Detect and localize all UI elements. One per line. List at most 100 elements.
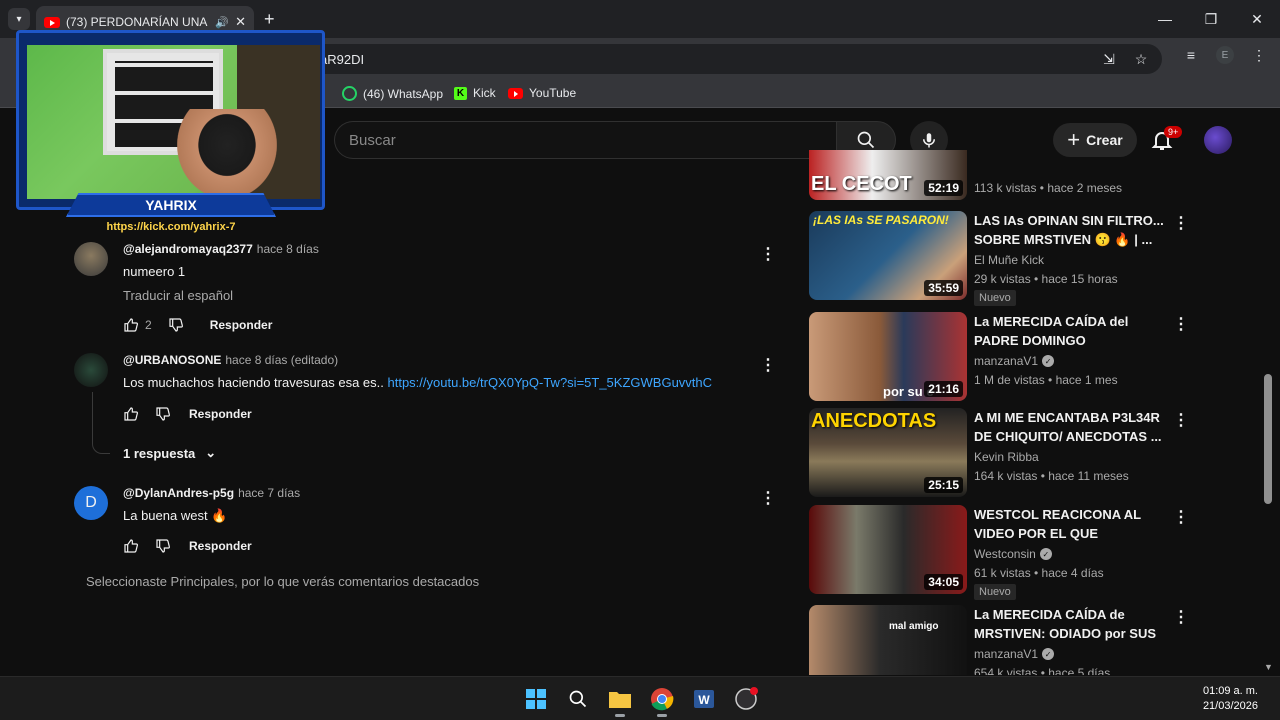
bookmark-kick[interactable]: K Kick bbox=[454, 86, 496, 100]
video-thumbnail[interactable]: por su e 21:16 bbox=[809, 312, 967, 401]
related-video[interactable]: EL CECOT 52:19 113 k vistas • hace 2 mes… bbox=[809, 150, 1189, 200]
comment-menu-icon[interactable]: ⋮ bbox=[760, 244, 776, 264]
word-icon: W bbox=[694, 690, 714, 708]
taskbar-search-button[interactable] bbox=[562, 683, 594, 715]
browser-menu-icon[interactable]: ⋮ bbox=[1250, 46, 1268, 64]
folder-icon bbox=[609, 692, 631, 708]
commenter-avatar[interactable]: D bbox=[74, 486, 108, 520]
video-meta: 29 k vistas • hace 15 horas bbox=[974, 272, 1118, 286]
channel-name[interactable]: El Muñe Kick bbox=[974, 253, 1164, 267]
video-thumbnail[interactable]: ¡LAS IAs SE PASARON! 35:59 bbox=[809, 211, 967, 300]
url-text: aR92DI bbox=[320, 51, 365, 67]
video-duration: 35:59 bbox=[924, 280, 963, 296]
speaker-icon[interactable]: 🔊 bbox=[215, 16, 229, 29]
page-scrollbar[interactable] bbox=[1262, 166, 1274, 672]
video-thumbnail[interactable]: 34:05 bbox=[809, 505, 967, 594]
video-menu-icon[interactable]: ⋮ bbox=[1173, 410, 1189, 430]
tab-search-button[interactable]: ▾ bbox=[8, 8, 30, 30]
video-thumbnail[interactable]: EL CECOT 52:19 bbox=[809, 150, 967, 200]
comment-author[interactable]: @alejandromayaq2377 bbox=[123, 242, 253, 256]
video-meta: 654 k vistas • hace 5 días bbox=[974, 666, 1111, 675]
streamer bbox=[177, 109, 277, 199]
bookmark-star-icon[interactable]: ☆ bbox=[1132, 50, 1150, 68]
related-video[interactable]: 34:05 WESTCOL REACICONA AL VIDEO POR EL … bbox=[809, 505, 1189, 600]
scrollbar-thumb[interactable] bbox=[1264, 374, 1272, 504]
video-menu-icon[interactable]: ⋮ bbox=[1173, 213, 1189, 233]
install-app-icon[interactable]: ⇲ bbox=[1100, 50, 1118, 68]
channel-name[interactable]: manzanaV1 ✓ bbox=[974, 647, 1164, 661]
file-explorer-button[interactable] bbox=[604, 683, 636, 717]
dislike-button[interactable] bbox=[155, 406, 171, 422]
comment-time[interactable]: hace 8 días bbox=[257, 242, 319, 256]
tab-title: (73) PERDONARÍAN UNA IN bbox=[66, 15, 210, 29]
video-menu-icon[interactable]: ⋮ bbox=[1173, 507, 1189, 527]
system-clock[interactable]: 01:09 a. m. 21/03/2026 bbox=[1203, 684, 1258, 714]
related-video[interactable]: ¡LAS IAs SE PASARON! 35:59 LAS IAs OPINA… bbox=[809, 211, 1189, 306]
channel-name[interactable]: Kevin Ribba bbox=[974, 450, 1164, 464]
like-button[interactable] bbox=[123, 406, 139, 422]
reply-button[interactable]: Responder bbox=[210, 318, 273, 332]
related-video[interactable]: por su e 21:16 La MERECIDA CAÍDA del PAD… bbox=[809, 312, 1189, 404]
comment-time[interactable]: hace 8 días (editado) bbox=[225, 353, 338, 367]
commenter-avatar[interactable] bbox=[74, 353, 108, 387]
whatsapp-icon bbox=[342, 86, 357, 101]
search-box[interactable] bbox=[334, 121, 836, 159]
chrome-button[interactable] bbox=[646, 683, 678, 717]
bookmark-whatsapp[interactable]: (46) WhatsApp bbox=[342, 86, 443, 101]
video-title[interactable]: A MI ME ENCANTABA P3L34R DE CHIQUITO/ AN… bbox=[974, 408, 1164, 446]
account-avatar[interactable] bbox=[1204, 126, 1232, 154]
video-title[interactable]: La MERECIDA CAÍDA de MRSTIVEN: ODIADO po… bbox=[974, 605, 1164, 643]
comment-menu-icon[interactable]: ⋮ bbox=[760, 488, 776, 508]
video-title[interactable]: LAS IAs OPINAN SIN FILTRO... SOBRE MRSTI… bbox=[974, 211, 1164, 249]
video-menu-icon[interactable]: ⋮ bbox=[1173, 314, 1189, 334]
bookmark-youtube[interactable]: YouTube bbox=[508, 86, 576, 100]
video-title[interactable]: WESTCOL REACICONA AL VIDEO POR EL QUE FU… bbox=[974, 505, 1164, 543]
minimize-button[interactable]: — bbox=[1142, 0, 1188, 38]
search-icon bbox=[569, 690, 587, 708]
new-tab-button[interactable]: + bbox=[264, 9, 275, 30]
obs-button[interactable] bbox=[730, 683, 762, 715]
comment-link[interactable]: https://youtu.be/trQX0YpQ-Tw?si=5T_5KZGW… bbox=[388, 375, 713, 390]
view-replies-button[interactable]: 1 respuesta ⌄ bbox=[123, 445, 216, 461]
video-title[interactable]: La MERECIDA CAÍDA del PADRE DOMINGO bbox=[974, 312, 1164, 350]
video-menu-icon[interactable]: ⋮ bbox=[1173, 607, 1189, 627]
like-button[interactable] bbox=[123, 317, 139, 333]
search-input[interactable] bbox=[349, 131, 836, 149]
start-button[interactable] bbox=[520, 683, 552, 715]
video-thumbnail[interactable]: ANECDOTAS 25:15 bbox=[809, 408, 967, 497]
translate-link[interactable]: Traducir al español bbox=[123, 288, 743, 303]
comment-author[interactable]: @DylanAndres-p5g bbox=[123, 486, 234, 500]
webcam-overlay: YAHRIX https://kick.com/yahrix-7 bbox=[16, 30, 325, 242]
address-bar[interactable]: aR92DI ⇲ ☆ bbox=[300, 44, 1162, 74]
comment-author[interactable]: @URBANOSONE bbox=[123, 353, 221, 367]
video-thumbnail[interactable]: mal amigo bbox=[809, 605, 967, 675]
windows-logo-icon bbox=[526, 689, 546, 709]
dislike-button[interactable] bbox=[168, 317, 184, 333]
scroll-down-arrow-icon[interactable]: ▼ bbox=[1264, 662, 1273, 672]
clock-time: 01:09 a. m. bbox=[1202, 685, 1258, 697]
close-tab-icon[interactable]: ✕ bbox=[235, 14, 246, 30]
thumbs-up-icon bbox=[124, 318, 139, 332]
word-button[interactable]: W bbox=[688, 683, 720, 715]
clock-date: 21/03/2026 bbox=[1202, 700, 1258, 712]
related-video[interactable]: mal amigo La MERECIDA CAÍDA de MRSTIVEN:… bbox=[809, 605, 1189, 675]
youtube-icon bbox=[508, 87, 523, 99]
channel-name[interactable]: manzanaV1 ✓ bbox=[974, 354, 1164, 368]
dislike-button[interactable] bbox=[155, 538, 171, 554]
commenter-avatar[interactable] bbox=[74, 242, 108, 276]
comment-menu-icon[interactable]: ⋮ bbox=[760, 355, 776, 375]
reply-button[interactable]: Responder bbox=[189, 539, 252, 553]
channel-name[interactable]: Westconsin ✓ bbox=[974, 547, 1164, 561]
comments-sort-note: Seleccionaste Principales, por lo que ve… bbox=[86, 574, 480, 589]
profile-avatar[interactable]: E bbox=[1216, 46, 1234, 64]
reply-button[interactable]: Responder bbox=[189, 407, 252, 421]
related-video[interactable]: ANECDOTAS 25:15 A MI ME ENCANTABA P3L34R… bbox=[809, 408, 1189, 500]
restore-button[interactable]: ❐ bbox=[1188, 0, 1234, 38]
comment-time[interactable]: hace 7 días bbox=[238, 486, 300, 500]
window-close-button[interactable]: ✕ bbox=[1234, 0, 1280, 38]
video-meta: 1 M de vistas • hace 1 mes bbox=[974, 373, 1118, 387]
chevron-down-icon: ⌄ bbox=[205, 445, 217, 460]
like-button[interactable] bbox=[123, 538, 139, 554]
comment-text: Los muchachos haciendo travesuras esa es… bbox=[123, 375, 713, 390]
media-controls-icon[interactable]: ≡ bbox=[1182, 46, 1200, 64]
